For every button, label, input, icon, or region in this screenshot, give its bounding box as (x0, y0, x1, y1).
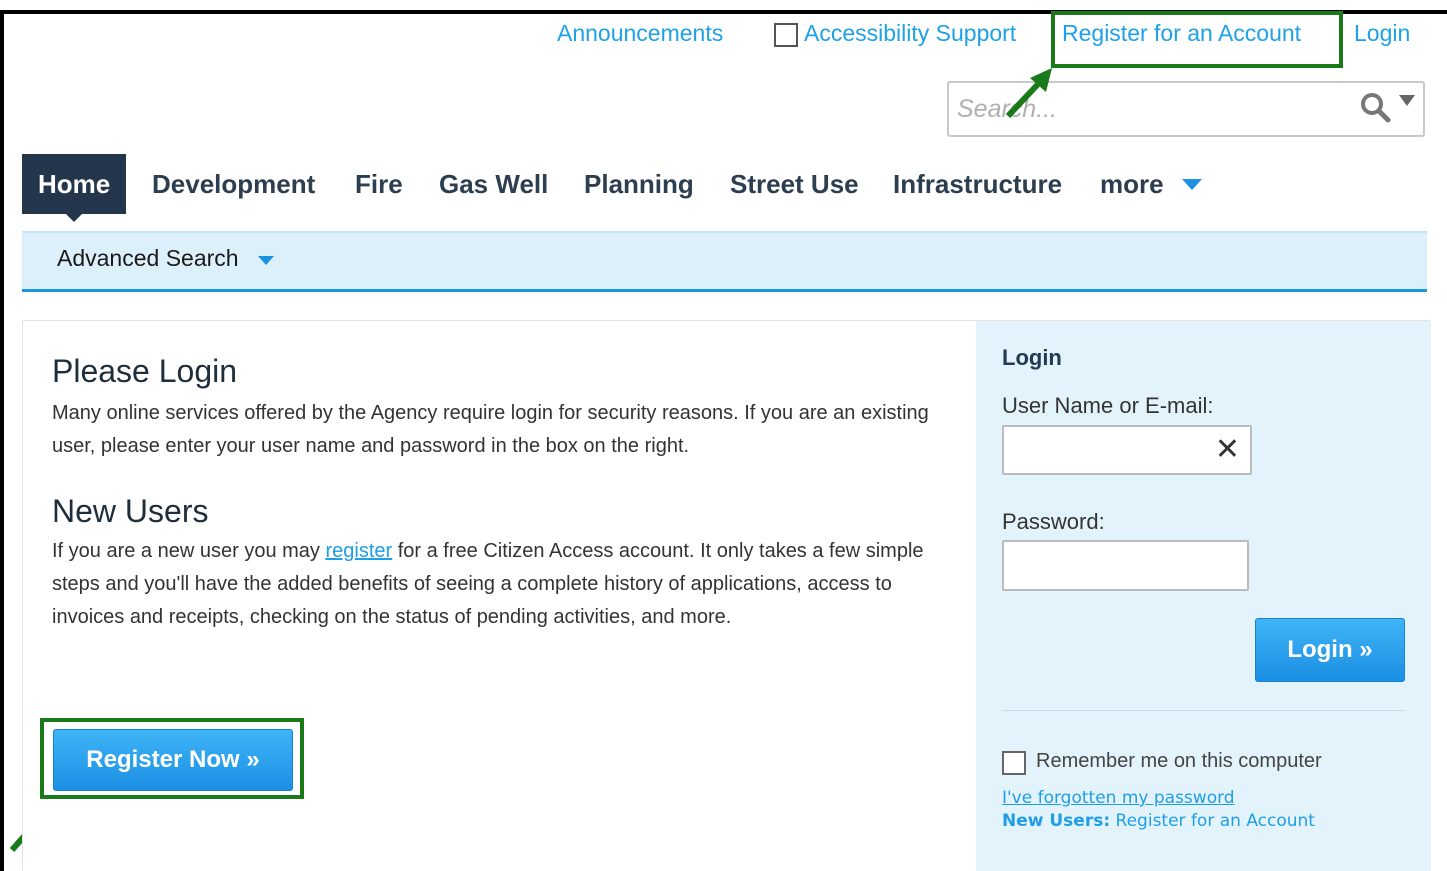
nav-item-planning[interactable]: Planning (584, 154, 694, 214)
new-users-register-link[interactable]: Register for an Account (1116, 811, 1315, 831)
new-users-register-line: New Users: Register for an Account (1002, 811, 1315, 831)
nav-item-fire[interactable]: Fire (355, 154, 403, 214)
accessibility-checkbox[interactable] (774, 23, 798, 47)
remember-me-label[interactable]: Remember me on this computer (1036, 750, 1322, 773)
chevron-down-icon[interactable] (258, 256, 274, 265)
divider (1002, 710, 1405, 711)
announcements-link[interactable]: Announcements (557, 20, 723, 47)
search-icon[interactable] (1359, 91, 1391, 123)
new-users-text: If you are a new user you may register f… (52, 535, 952, 634)
login-button[interactable]: Login » (1255, 618, 1405, 682)
advanced-search-menu[interactable]: Advanced Search (57, 245, 239, 272)
nav-item-street-use[interactable]: Street Use (730, 154, 859, 214)
new-users-heading: New Users (52, 493, 209, 529)
main-nav: Home Development Fire Gas Well Planning … (22, 154, 1322, 222)
remember-me-checkbox[interactable] (1002, 751, 1026, 775)
register-button-highlight (40, 718, 304, 799)
new-users-text-before: If you are a new user you may (52, 540, 326, 562)
accessibility-support-link[interactable]: Accessibility Support (804, 20, 1016, 47)
login-panel-title: Login (1002, 345, 1062, 370)
password-field[interactable] (1002, 540, 1249, 591)
nav-item-infrastructure[interactable]: Infrastructure (893, 154, 1062, 214)
nav-item-more[interactable]: more (1100, 154, 1164, 214)
sub-nav: Advanced Search (22, 231, 1427, 292)
username-field[interactable]: ✕ (1002, 425, 1252, 475)
chevron-down-icon[interactable] (1182, 179, 1202, 190)
please-login-heading: Please Login (52, 353, 238, 389)
nav-item-development[interactable]: Development (152, 154, 315, 214)
search-options-caret-icon[interactable] (1399, 95, 1415, 106)
register-link-highlight (1051, 11, 1343, 68)
forgot-password-link[interactable]: I've forgotten my password (1002, 788, 1235, 808)
nav-item-home[interactable]: Home (22, 154, 127, 222)
clear-icon[interactable]: ✕ (1215, 433, 1240, 467)
username-label: User Name or E-mail: (1002, 393, 1214, 418)
nav-item-gas-well[interactable]: Gas Well (439, 154, 548, 214)
register-inline-link[interactable]: register (325, 540, 392, 562)
password-label: Password: (1002, 509, 1105, 534)
login-link[interactable]: Login (1354, 20, 1410, 47)
please-login-text: Many online services offered by the Agen… (52, 402, 929, 457)
login-panel: Login User Name or E-mail: ✕ Password: L… (976, 321, 1431, 871)
annotation-arrow-icon (1005, 68, 1052, 119)
new-users-prefix: New Users: (1002, 811, 1111, 831)
